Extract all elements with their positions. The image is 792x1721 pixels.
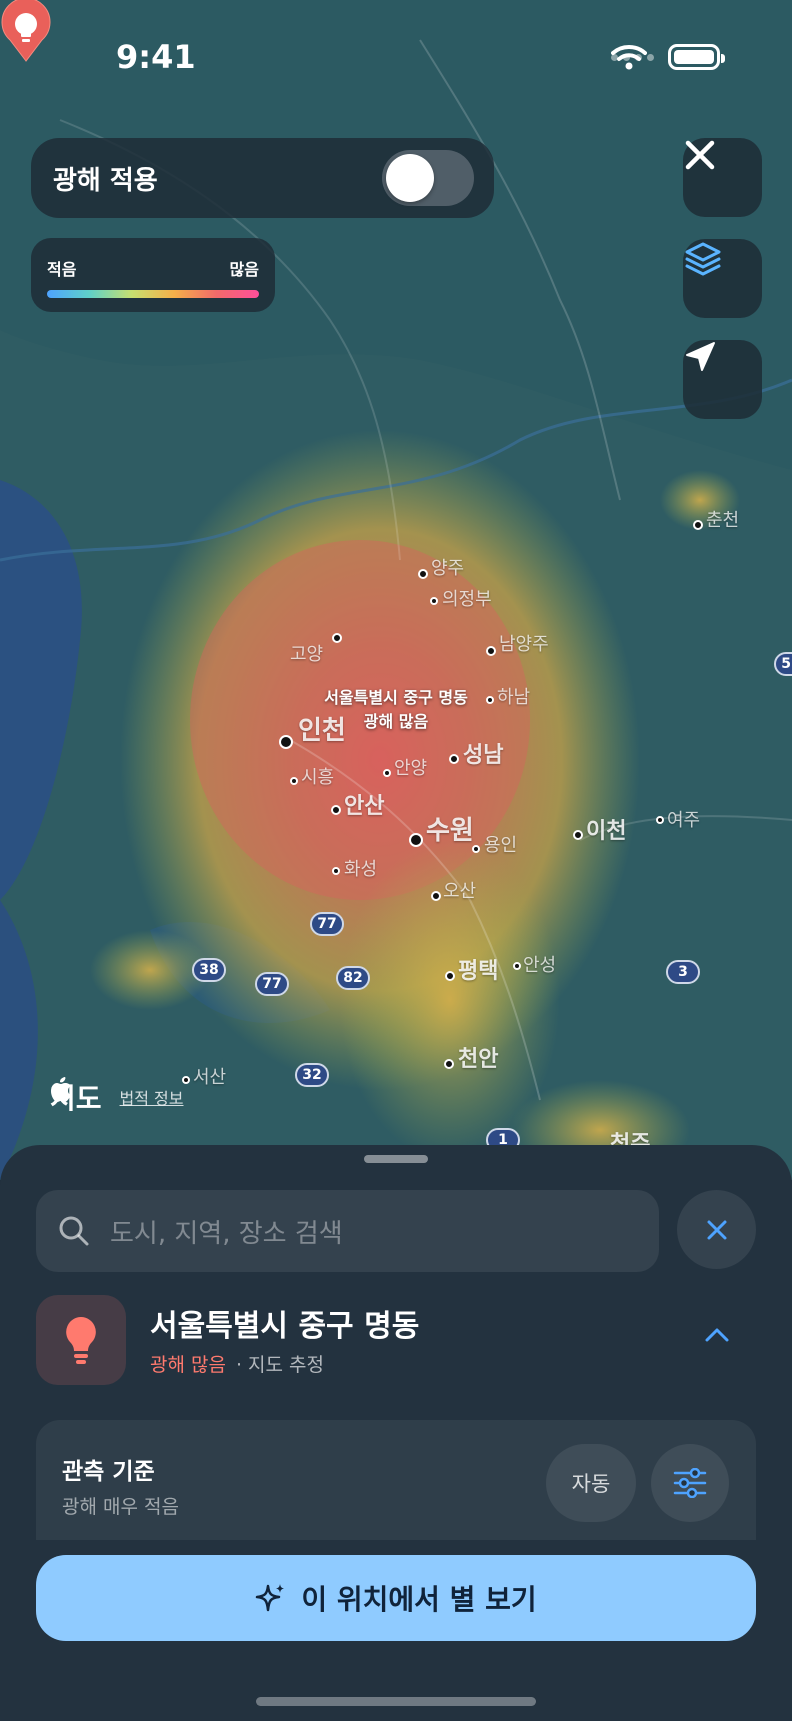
apple-maps-logo: 지도 (50, 1077, 102, 1117)
map-label-seongnam: 성남 (463, 743, 504, 768)
road-shield: 55 (774, 652, 792, 676)
map-label-goyang: 고양 (290, 644, 324, 665)
location-pin-icon[interactable] (0, 0, 52, 62)
search-input[interactable]: 도시, 지역, 장소 검색 (36, 1190, 659, 1272)
place-title: 서울특별시 중구 명동 (150, 1309, 420, 1344)
legend-low-label: 적음 (47, 260, 77, 279)
light-pollution-switch[interactable] (382, 150, 474, 206)
clear-search-button[interactable] (677, 1190, 756, 1269)
road-shield: 82 (336, 966, 370, 990)
close-map-button[interactable] (683, 138, 762, 217)
observation-subtitle: 광해 매우 적음 (62, 1496, 179, 1518)
map-label-cheonan: 천안 (458, 1047, 499, 1072)
map-label-uijeongbu: 의정부 (442, 589, 492, 610)
home-indicator (256, 1697, 536, 1706)
observation-title: 관측 기준 (62, 1459, 155, 1485)
search-icon (59, 1216, 89, 1246)
apple-logo-icon (51, 1077, 71, 1102)
layers-icon (685, 242, 721, 276)
map-label-chuncheon: 춘천 (706, 510, 740, 531)
sliders-icon (673, 1468, 707, 1498)
map-label-hwaseong: 화성 (344, 859, 378, 880)
lightbulb-icon (66, 1317, 96, 1364)
chevron-up-icon[interactable] (704, 1327, 730, 1343)
map-label-pyeongtaek: 평택 (458, 959, 499, 984)
map-label-yongin: 용인 (484, 835, 518, 856)
place-icon-tile (36, 1295, 126, 1385)
light-pollution-toggle-card: 광해 적용 (31, 138, 494, 218)
map-attribution: 지도 법적 정보 (50, 1077, 184, 1117)
wifi-icon (611, 45, 647, 70)
map-label-anyang: 안양 (394, 758, 428, 779)
map-layers-button[interactable] (683, 239, 762, 318)
current-location-button[interactable] (683, 340, 762, 419)
view-stars-button[interactable]: 이 위치에서 별 보기 (36, 1555, 756, 1641)
map-label-anseong: 안성 (523, 955, 557, 976)
sheet-grabber[interactable] (364, 1155, 428, 1163)
sparkles-icon (256, 1584, 285, 1612)
pin-place-name: 서울특별시 중구 명동 (324, 688, 468, 707)
pin-pollution-level: 광해 많음 (363, 712, 429, 731)
legend-color-bar (47, 290, 259, 298)
battery-icon (668, 44, 725, 70)
legend-high-label: 많음 (229, 260, 259, 279)
map-label-siheung: 시흥 (301, 767, 335, 788)
light-pollution-map[interactable]: 77 38 77 82 32 3 1 55 춘천 양주 의정부 고양 남양주 하… (0, 0, 792, 1180)
place-subtitle: 광해 많음 · 지도 추정 (150, 1350, 324, 1377)
view-stars-label: 이 위치에서 별 보기 (301, 1583, 537, 1616)
map-label-osan: 오산 (443, 881, 477, 902)
map-label-namyangju: 남양주 (499, 634, 549, 655)
light-pollution-legend: 적음 많음 (31, 238, 275, 312)
map-label-hanam: 하남 (497, 687, 531, 708)
legal-info-link[interactable]: 법적 정보 (120, 1085, 184, 1109)
pollution-level-text: 광해 많음 (150, 1354, 226, 1376)
map-label-seosan: 서산 (193, 1067, 227, 1088)
observation-settings-card: 관측 기준 광해 매우 적음 자동 (36, 1420, 756, 1540)
map-label-yangju: 양주 (431, 558, 465, 579)
filter-settings-button[interactable] (651, 1444, 729, 1522)
map-label-suwon: 수원 (426, 816, 474, 846)
road-shield: 32 (295, 1063, 329, 1087)
estimate-source-text: · 지도 추정 (235, 1354, 325, 1376)
road-shield: 77 (255, 972, 289, 996)
map-label-yeoju: 여주 (667, 810, 701, 831)
map-label-icheon: 이천 (586, 819, 627, 844)
location-bottom-sheet: 도시, 지역, 장소 검색 서울특별시 중구 명동 광해 많음 · 지도 추정 … (0, 1145, 792, 1721)
pin-label: 서울특별시 중구 명동 광해 많음 (300, 686, 492, 734)
search-placeholder: 도시, 지역, 장소 검색 (110, 1218, 343, 1249)
auto-mode-button[interactable]: 자동 (546, 1444, 636, 1522)
map-label-ansan: 안산 (344, 794, 385, 819)
road-shield: 3 (666, 960, 700, 984)
close-icon (707, 1220, 726, 1239)
status-time: 9:41 (116, 38, 196, 76)
status-icons (611, 44, 725, 70)
close-icon (685, 140, 715, 170)
road-shield: 77 (310, 912, 344, 936)
light-pollution-toggle-label: 광해 적용 (53, 165, 158, 196)
location-arrow-icon (686, 342, 715, 371)
road-shield: 38 (192, 958, 226, 982)
